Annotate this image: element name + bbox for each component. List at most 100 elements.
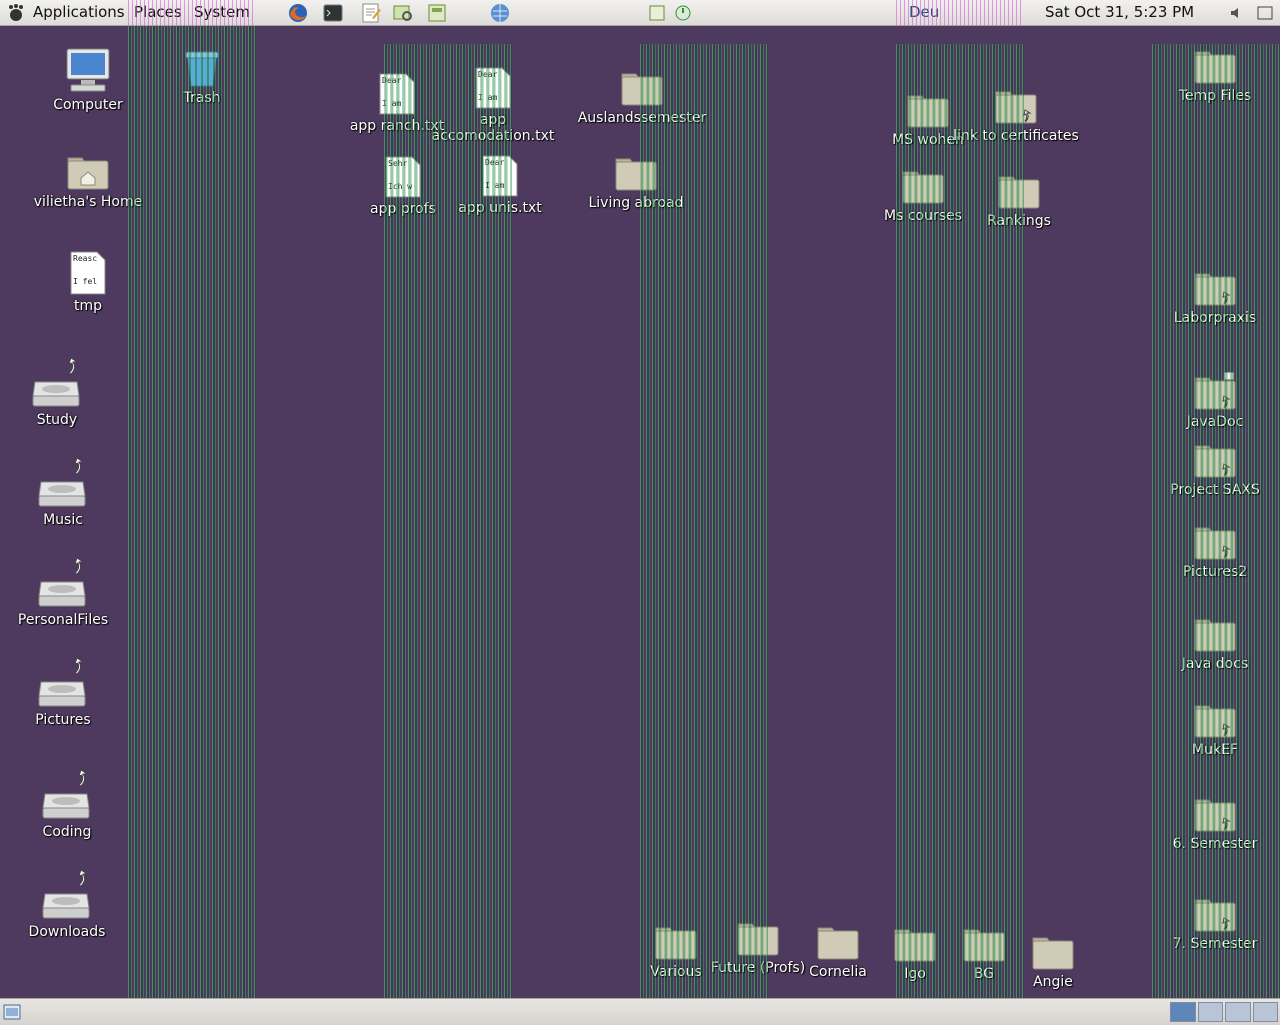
app-accomodation-file-icon[interactable]: Dear I am app accomodation.txt xyxy=(428,66,558,144)
workspace-1[interactable] xyxy=(1170,1002,1196,1022)
icon-label: 6. Semester xyxy=(1172,836,1258,852)
home-folder-desktop-icon[interactable]: vilietha's Home xyxy=(23,152,153,210)
folder-link-to-certificates[interactable]: link to certificates xyxy=(951,86,1081,144)
file-manager-icon[interactable] xyxy=(426,2,448,24)
folder-project-saxs[interactable]: Project SAXS xyxy=(1150,440,1280,498)
text-file-icon: Dear I am xyxy=(475,67,511,109)
pictures-drive-desktop-icon[interactable]: Pictures xyxy=(0,658,128,728)
file-preview-line: I am xyxy=(485,181,504,190)
icon-label: Project SAXS xyxy=(1170,482,1260,498)
show-desktop-icon[interactable] xyxy=(3,1003,21,1021)
icon-label: tmp xyxy=(73,298,102,314)
icon-label: Rankings xyxy=(987,213,1051,229)
icon-label: JavaDoc xyxy=(1186,414,1244,430)
file-preview-line: I am xyxy=(478,93,497,102)
drive-link-icon xyxy=(38,558,86,607)
drive-link-icon xyxy=(42,870,90,919)
computer-desktop-icon[interactable]: Computer xyxy=(23,47,153,113)
drive-link-icon xyxy=(38,458,86,507)
icon-label: Auslandssemester xyxy=(577,110,707,126)
folder-angie[interactable]: Angie xyxy=(988,932,1118,990)
downloads-drive-desktop-icon[interactable]: Downloads xyxy=(2,870,132,940)
volume-icon[interactable] xyxy=(1228,4,1246,22)
folder-icon xyxy=(1194,619,1236,652)
icon-label: Computer xyxy=(53,97,123,113)
text-editor-icon[interactable] xyxy=(360,2,382,24)
icon-label: vilietha's Home xyxy=(33,194,143,210)
folder-icon xyxy=(998,176,1040,209)
top-panel: Applications Places System Deu Sat Oct 3… xyxy=(0,0,1280,26)
file-preview-line: I fel xyxy=(73,277,97,286)
icon-label: Pictures2 xyxy=(1182,564,1248,580)
window-icon[interactable] xyxy=(1256,4,1274,22)
clock[interactable]: Sat Oct 31, 5:23 PM xyxy=(1045,3,1194,21)
file-preview-line: Reasc xyxy=(73,254,97,263)
icon-label: Downloads xyxy=(28,924,106,940)
personalfiles-drive-desktop-icon[interactable]: PersonalFiles xyxy=(0,558,128,628)
places-menu[interactable]: Places xyxy=(134,3,182,21)
image-viewer-icon[interactable] xyxy=(392,2,414,24)
trash-desktop-icon[interactable]: Trash xyxy=(137,44,267,106)
folder-icon xyxy=(615,158,657,191)
terminal-icon[interactable] xyxy=(322,2,344,24)
folder-icon xyxy=(1194,51,1236,84)
icon-label: Trash xyxy=(183,90,221,106)
applications-menu[interactable]: Applications xyxy=(33,3,125,21)
workspace-switcher[interactable] xyxy=(1170,1002,1278,1022)
workspace-4[interactable] xyxy=(1252,1002,1278,1022)
folder-link-icon xyxy=(1194,899,1236,932)
folder-icon xyxy=(621,73,663,106)
folder-7-semester[interactable]: 7. Semester xyxy=(1150,894,1280,952)
folder-javadoc[interactable]: JavaDoc xyxy=(1150,372,1280,430)
app-unis-file-icon[interactable]: Dear I am app unis.txt xyxy=(435,154,565,216)
text-file-icon: Dear I am xyxy=(379,73,415,115)
folder-link-icon xyxy=(995,91,1037,124)
coding-drive-desktop-icon[interactable]: Coding xyxy=(2,770,132,840)
firefox-icon[interactable] xyxy=(287,2,309,24)
icon-label: app unis.txt xyxy=(458,200,542,216)
text-file-icon: Dear I am xyxy=(482,155,518,197)
icon-label: Laborpraxis xyxy=(1173,310,1257,326)
folder-laborpraxis[interactable]: Laborpraxis xyxy=(1150,268,1280,326)
workspace-3[interactable] xyxy=(1225,1002,1251,1022)
power-icon[interactable] xyxy=(674,4,692,22)
gnome-foot-icon[interactable] xyxy=(6,3,26,23)
icon-label-line1: app xyxy=(479,112,507,128)
folder-link-icon xyxy=(1194,705,1236,738)
icon-label: 7. Semester xyxy=(1172,936,1258,952)
bottom-panel xyxy=(0,998,1280,1025)
tmp-file-desktop-icon[interactable]: Reasc I fel tmp xyxy=(23,250,153,314)
folder-living-abroad[interactable]: Living abroad xyxy=(571,153,701,211)
folder-java-docs[interactable]: Java docs xyxy=(1150,614,1280,672)
icon-label: Coding xyxy=(42,824,92,840)
text-file-icon: Sehr Ich w xyxy=(385,156,421,198)
folder-icon xyxy=(1032,937,1074,970)
icon-label: Study xyxy=(36,412,78,428)
icon-label: Angie xyxy=(1033,974,1073,990)
folder-pictures2[interactable]: Pictures2 xyxy=(1150,522,1280,580)
folder-link-icon xyxy=(1194,273,1236,306)
folder-6-semester[interactable]: 6. Semester xyxy=(1150,794,1280,852)
file-preview-line: I am xyxy=(382,99,401,108)
computer-icon xyxy=(66,48,110,92)
icon-label: Java docs xyxy=(1181,656,1249,672)
icon-label: Living abroad xyxy=(588,195,684,211)
music-drive-desktop-icon[interactable]: Music xyxy=(0,458,128,528)
study-drive-desktop-icon[interactable]: Study xyxy=(0,358,122,428)
text-file-icon: Reasc I fel xyxy=(70,251,106,295)
sticky-notes-icon[interactable] xyxy=(648,4,666,22)
file-preview-line: Ich w xyxy=(388,182,412,191)
folder-link-icon xyxy=(1194,799,1236,832)
keyboard-layout-indicator[interactable]: Deu xyxy=(906,3,942,21)
folder-link-icon xyxy=(1194,372,1236,410)
system-menu[interactable]: System xyxy=(194,3,250,21)
folder-rankings[interactable]: Rankings xyxy=(954,171,1084,229)
folder-temp-files[interactable]: Temp Files xyxy=(1150,46,1280,104)
folder-auslandssemester[interactable]: Auslandssemester xyxy=(577,68,707,126)
workspace-2[interactable] xyxy=(1197,1002,1223,1022)
folder-mukef[interactable]: MukEF xyxy=(1150,700,1280,758)
file-preview-line: Dear xyxy=(485,158,504,167)
network-icon[interactable] xyxy=(489,2,511,24)
folder-icon xyxy=(902,171,944,204)
folder-icon xyxy=(907,95,949,128)
